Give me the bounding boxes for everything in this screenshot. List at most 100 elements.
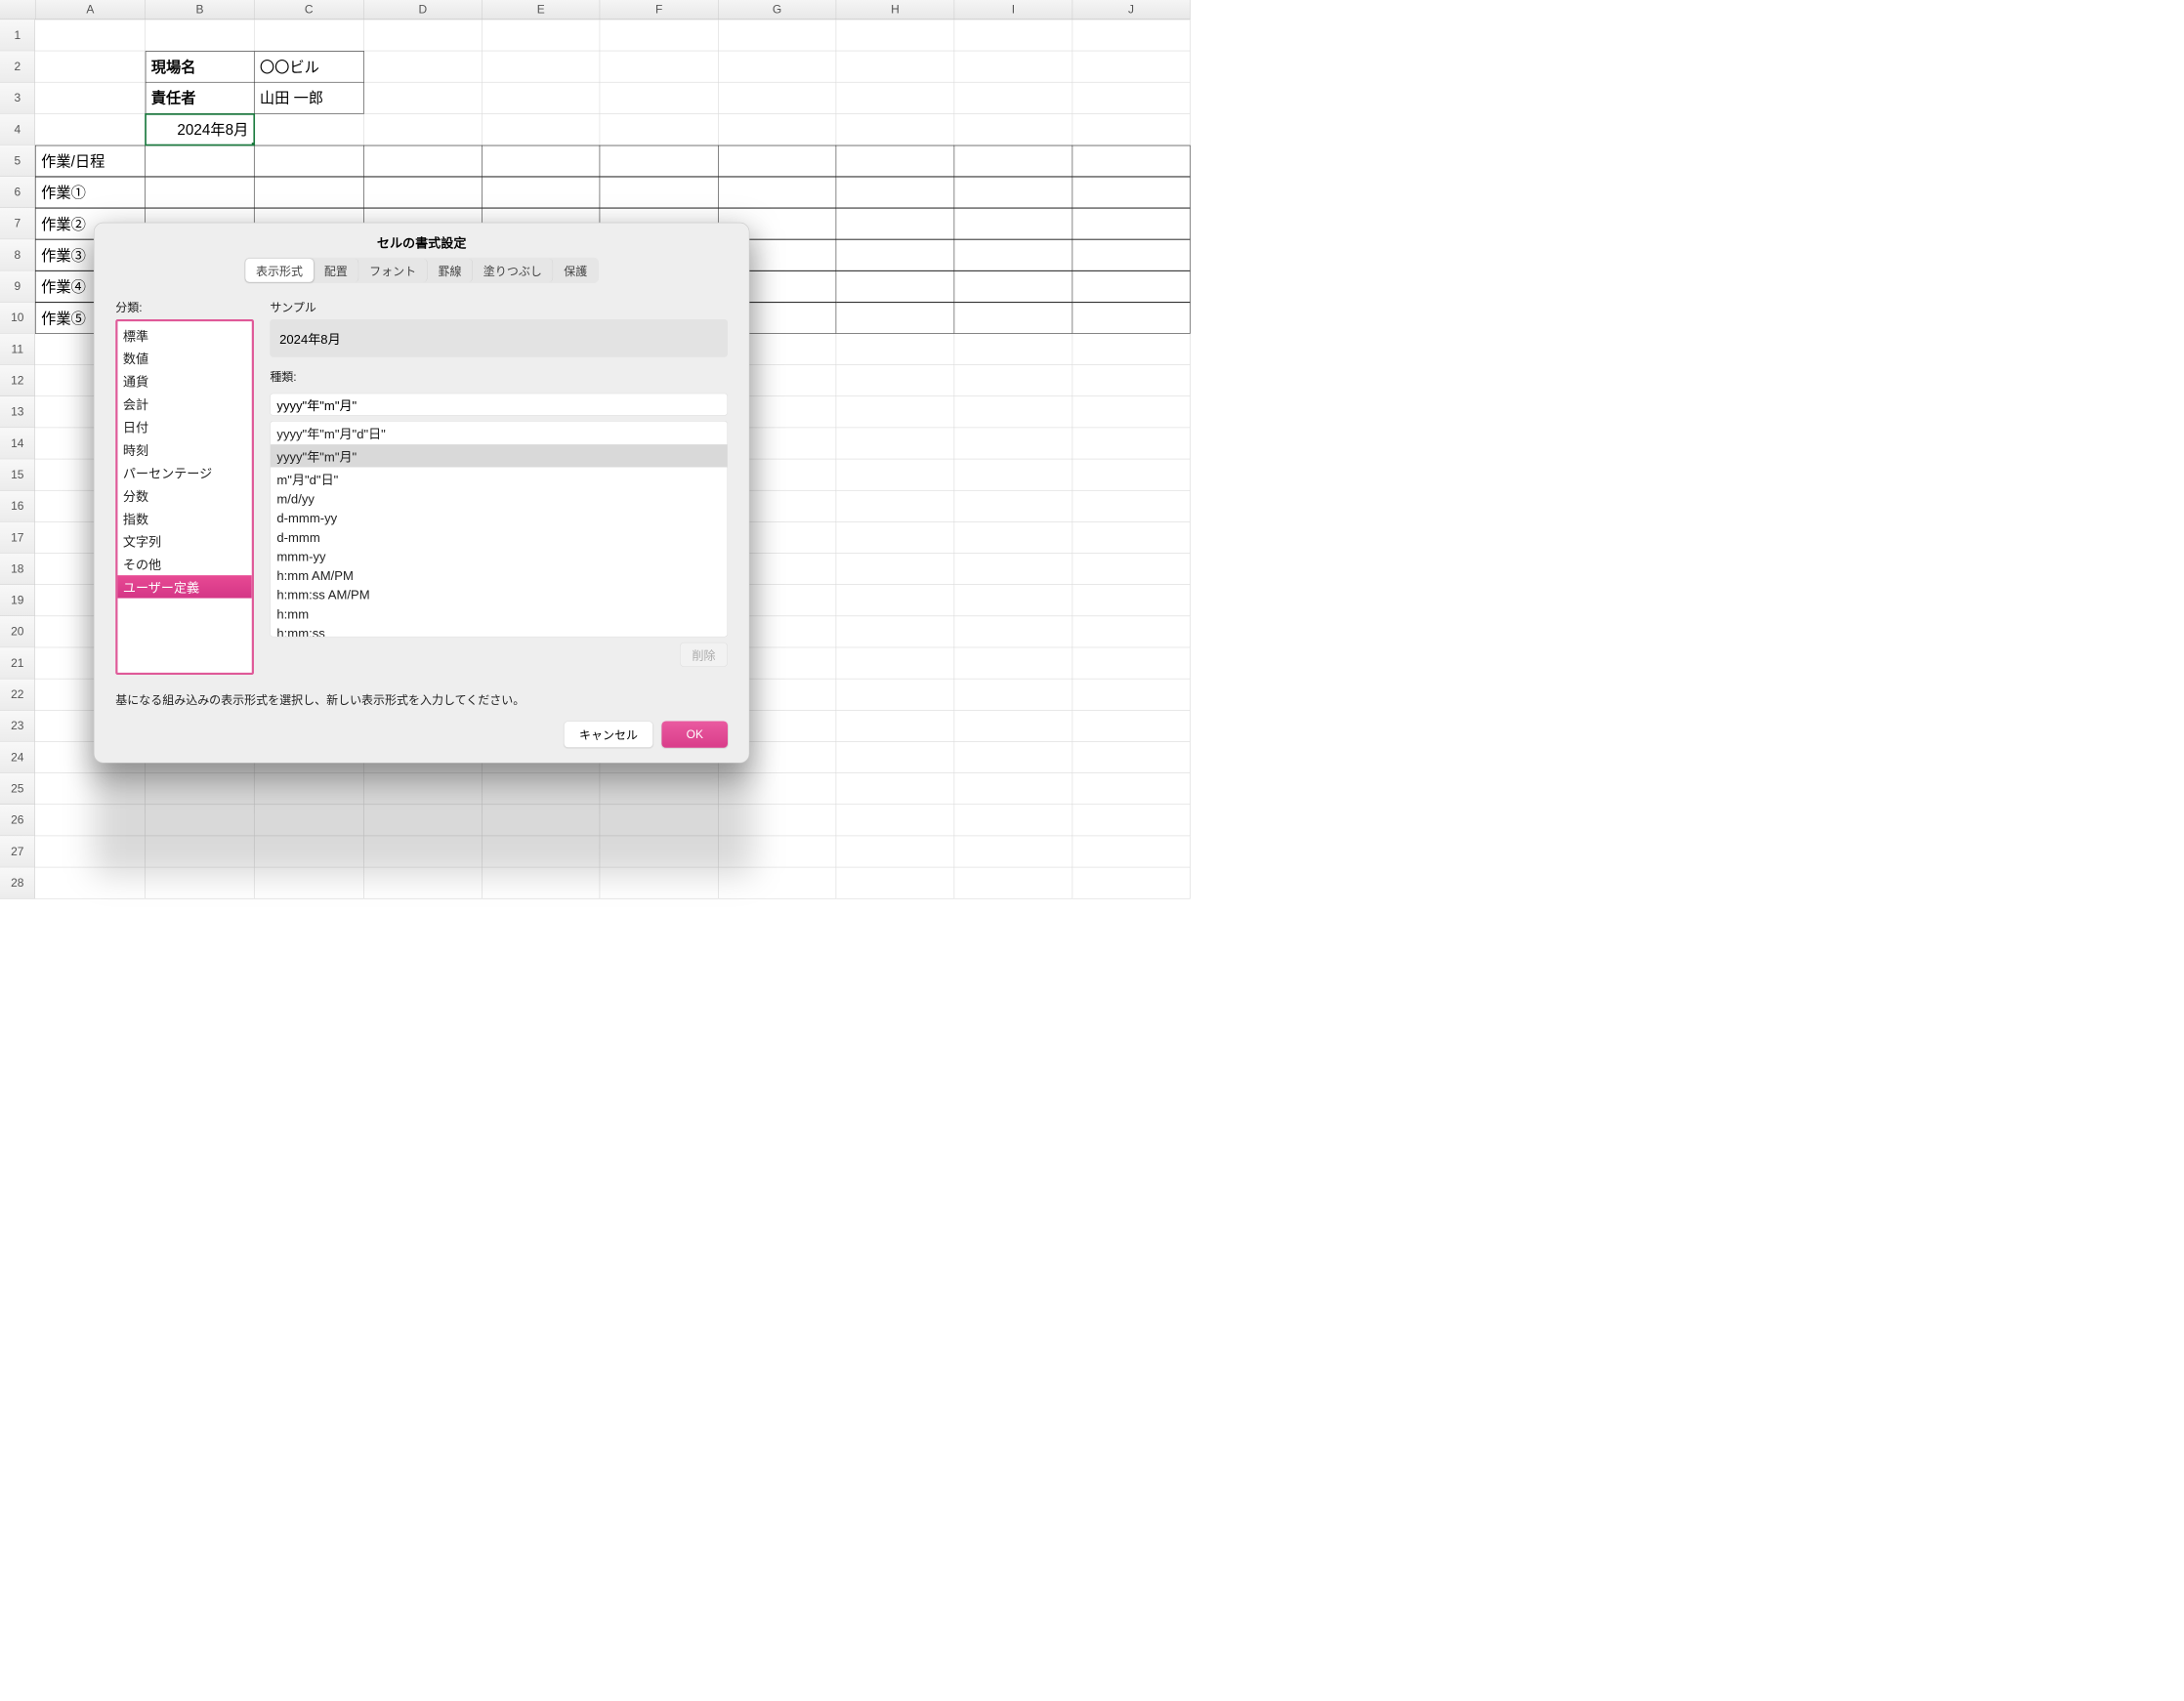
cell[interactable] — [954, 365, 1072, 396]
cell[interactable] — [364, 177, 483, 208]
cell[interactable] — [836, 711, 954, 742]
cell[interactable] — [954, 522, 1072, 554]
cell[interactable] — [954, 742, 1072, 773]
cell[interactable] — [1072, 805, 1191, 836]
cell[interactable] — [836, 145, 954, 177]
cell[interactable] — [954, 490, 1072, 521]
cell[interactable]: 作業/日程 — [35, 145, 146, 177]
format-type-item[interactable]: d-mmm-yy — [271, 510, 728, 529]
cell[interactable] — [954, 554, 1072, 585]
cell[interactable] — [836, 773, 954, 805]
tab-protection[interactable]: 保護 — [553, 259, 598, 282]
cell[interactable] — [1072, 208, 1191, 239]
cell[interactable] — [836, 365, 954, 396]
cell[interactable] — [35, 114, 146, 145]
format-type-item[interactable]: h:mm AM/PM — [271, 566, 728, 586]
cell[interactable] — [719, 145, 837, 177]
category-item[interactable]: 通貨 — [117, 369, 251, 392]
cell[interactable] — [1072, 585, 1191, 616]
cell[interactable] — [954, 867, 1072, 898]
row-header[interactable]: 19 — [0, 585, 35, 616]
cell[interactable] — [836, 208, 954, 239]
tab-alignment[interactable]: 配置 — [314, 259, 358, 282]
category-item[interactable]: ユーザー定義 — [117, 575, 251, 598]
cell[interactable] — [836, 522, 954, 554]
row-header[interactable]: 12 — [0, 365, 35, 396]
cell[interactable] — [146, 20, 255, 51]
cell[interactable] — [1072, 679, 1191, 710]
cell[interactable] — [1072, 616, 1191, 647]
category-item[interactable]: 数値 — [117, 347, 251, 369]
format-type-item[interactable]: yyyy"年"m"月"d"日" — [271, 422, 728, 444]
cell[interactable] — [600, 51, 718, 82]
cell[interactable] — [483, 177, 601, 208]
cell[interactable] — [35, 51, 146, 82]
cell[interactable] — [954, 836, 1072, 867]
cell[interactable] — [954, 585, 1072, 616]
cell[interactable] — [364, 145, 483, 177]
cell[interactable] — [836, 616, 954, 647]
cell[interactable] — [836, 647, 954, 679]
cell[interactable] — [1072, 522, 1191, 554]
col-header[interactable]: H — [836, 0, 954, 20]
cell[interactable] — [954, 647, 1072, 679]
row-header[interactable]: 14 — [0, 428, 35, 459]
cell[interactable] — [719, 114, 837, 145]
cell[interactable] — [836, 334, 954, 365]
row-header[interactable]: 13 — [0, 396, 35, 428]
col-header[interactable]: C — [255, 0, 364, 20]
row-header[interactable]: 11 — [0, 334, 35, 365]
cell[interactable] — [954, 20, 1072, 51]
category-item[interactable]: 時刻 — [117, 438, 251, 461]
col-header[interactable]: B — [146, 0, 255, 20]
row-header[interactable]: 22 — [0, 679, 35, 710]
cell[interactable] — [954, 773, 1072, 805]
cancel-button[interactable]: キャンセル — [564, 721, 653, 747]
cell[interactable] — [954, 679, 1072, 710]
cell[interactable]: 責任者 — [146, 82, 255, 113]
cell[interactable] — [836, 177, 954, 208]
cell[interactable] — [1072, 334, 1191, 365]
cell[interactable] — [600, 177, 718, 208]
row-header[interactable]: 20 — [0, 616, 35, 647]
cell[interactable] — [254, 145, 363, 177]
cell[interactable] — [483, 114, 601, 145]
cell[interactable] — [35, 82, 146, 113]
row-header[interactable]: 6 — [0, 177, 35, 208]
cell[interactable] — [836, 459, 954, 490]
cell[interactable] — [364, 114, 483, 145]
cell[interactable] — [1072, 20, 1191, 51]
cell[interactable]: 山田 一郎 — [254, 82, 363, 113]
cell[interactable] — [954, 177, 1072, 208]
row-header[interactable]: 9 — [0, 270, 35, 302]
cell[interactable] — [1072, 396, 1191, 428]
col-header[interactable]: D — [364, 0, 483, 20]
cell[interactable]: 作業① — [35, 177, 146, 208]
cell[interactable] — [836, 679, 954, 710]
cell[interactable] — [1072, 647, 1191, 679]
cell[interactable] — [483, 82, 601, 113]
cell[interactable] — [719, 20, 837, 51]
row-header[interactable]: 24 — [0, 742, 35, 773]
cell[interactable] — [836, 303, 954, 334]
row-header[interactable]: 25 — [0, 773, 35, 805]
cell[interactable] — [1072, 836, 1191, 867]
cell[interactable] — [836, 554, 954, 585]
row-header[interactable]: 26 — [0, 805, 35, 836]
tab-fill[interactable]: 塗りつぶし — [473, 259, 553, 282]
cell[interactable] — [954, 616, 1072, 647]
row-header[interactable]: 18 — [0, 554, 35, 585]
cell[interactable] — [954, 145, 1072, 177]
category-item[interactable]: 標準 — [117, 323, 251, 346]
cell[interactable] — [364, 82, 483, 113]
cell[interactable] — [600, 82, 718, 113]
cell[interactable] — [719, 82, 837, 113]
tab-border[interactable]: 罫線 — [428, 259, 473, 282]
cell[interactable] — [954, 396, 1072, 428]
row-header[interactable]: 4 — [0, 114, 35, 145]
cell[interactable] — [836, 270, 954, 302]
cell[interactable] — [1072, 270, 1191, 302]
category-item[interactable]: パーセンテージ — [117, 461, 251, 483]
cell[interactable] — [1072, 773, 1191, 805]
cell[interactable] — [954, 270, 1072, 302]
